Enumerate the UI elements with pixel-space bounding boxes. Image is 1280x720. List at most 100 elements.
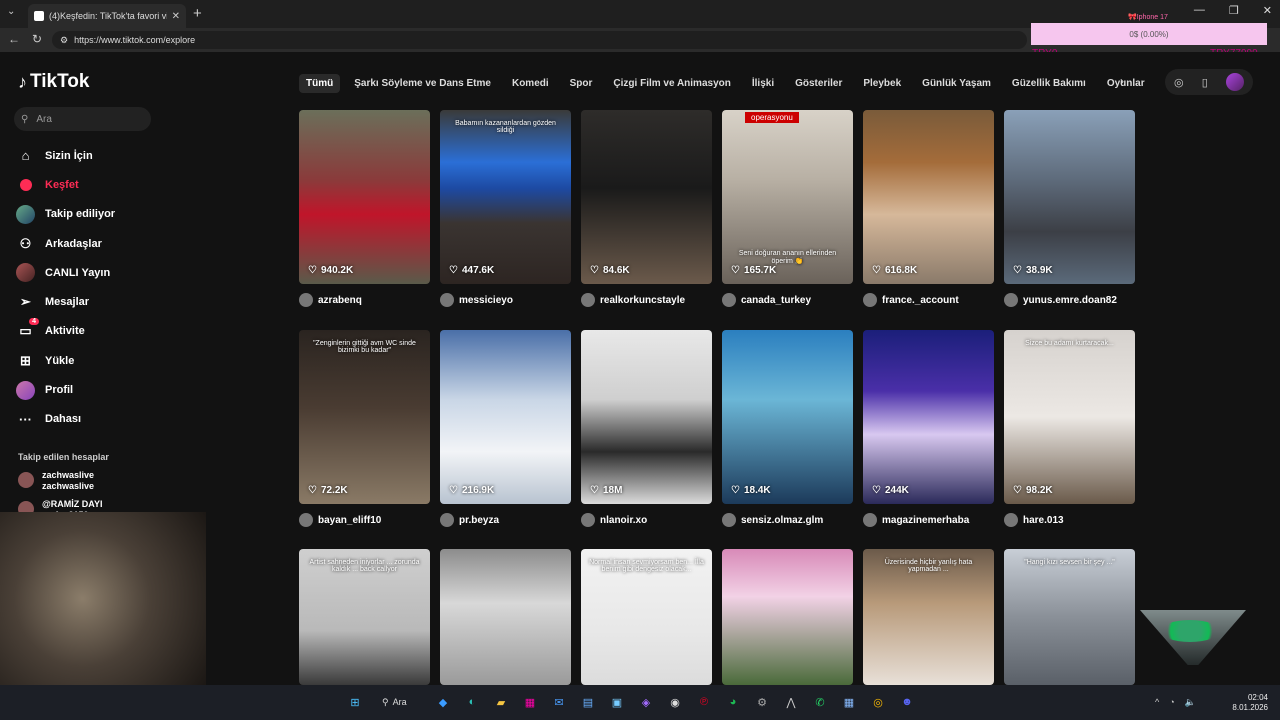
- tab-sports[interactable]: Spor: [563, 74, 600, 93]
- snipping-icon[interactable]: ▣: [607, 692, 627, 712]
- video-card[interactable]: ♡ 38.9K yunus.emre.doan82: [1004, 110, 1135, 307]
- tab-shows[interactable]: Gösteriler: [788, 74, 849, 93]
- video-author[interactable]: realkorkuncstayle: [581, 293, 712, 307]
- github-icon[interactable]: ◉: [665, 692, 685, 712]
- video-card[interactable]: "Hangi kızı sevsen bir şey ...": [1004, 549, 1135, 685]
- tab-close-icon[interactable]: ✕: [172, 11, 180, 22]
- steam-icon[interactable]: ⚙: [752, 692, 772, 712]
- sidebar-item-upload[interactable]: ⊞ Yükle: [16, 346, 166, 375]
- video-card[interactable]: ♡ 18M nlanoir.xo: [581, 330, 712, 527]
- reload-icon[interactable]: ↻: [32, 32, 42, 46]
- store-icon[interactable]: ▦: [520, 692, 540, 712]
- video-thumbnail[interactable]: ♡ 940.2K: [299, 110, 430, 284]
- tab-animation[interactable]: Çizgi Film ve Animasyon: [606, 74, 737, 93]
- video-thumbnail[interactable]: Babamın kazananlardan gözden sildiği ♡ 447…: [440, 110, 571, 284]
- video-thumbnail[interactable]: ♡ 18M: [581, 330, 712, 504]
- video-author[interactable]: pr.beyza: [440, 513, 571, 527]
- video-thumbnail[interactable]: operasyonu Seni doğuran ananın ellerinden…: [722, 110, 853, 284]
- video-thumbnail[interactable]: ♡ 244K: [863, 330, 994, 504]
- tab-all[interactable]: Tümü: [299, 73, 341, 93]
- sidebar-item-profile[interactable]: Profil: [16, 375, 166, 404]
- maximize-icon[interactable]: ❐: [1229, 4, 1239, 17]
- back-arrow-icon[interactable]: ←: [8, 32, 20, 46]
- tiktok-logo[interactable]: ♪ TikTok: [18, 71, 89, 93]
- minimize-icon[interactable]: —: [1194, 4, 1205, 17]
- chevron-right-icon[interactable]: ›: [1120, 74, 1124, 88]
- video-card[interactable]: "Zenginlerin gittiği avm WC sinde bizimk…: [299, 330, 430, 527]
- following-account[interactable]: zachwaslive zachwaslive: [18, 470, 94, 492]
- video-card[interactable]: [440, 549, 571, 685]
- windows-start-icon[interactable]: ⊞: [345, 692, 365, 712]
- sidebar-item-explore[interactable]: Keşfet: [16, 170, 166, 199]
- video-thumbnail[interactable]: [722, 549, 853, 685]
- video-thumbnail[interactable]: ♡ 216.9K: [440, 330, 571, 504]
- video-thumbnail[interactable]: Üzerisinde hiçbir yanlış hata yapmadan .…: [863, 549, 994, 685]
- tab-singing-dancing[interactable]: Şarkı Söyleme ve Dans Etme: [347, 74, 498, 93]
- video-author[interactable]: azrabenq: [299, 293, 430, 307]
- discord-icon[interactable]: ☻: [897, 692, 917, 712]
- search-input[interactable]: ⚲ Ara: [14, 107, 151, 131]
- taskbar-search[interactable]: ⚲ Ara: [374, 692, 424, 712]
- device-icon[interactable]: ▯: [1202, 76, 1208, 89]
- video-thumbnail[interactable]: Normal insan sevmiyorsam ben... İlla ben…: [581, 549, 712, 685]
- tab-lipsync[interactable]: Pleybek: [856, 74, 908, 93]
- video-thumbnail[interactable]: ♡ 18.4K: [722, 330, 853, 504]
- sidebar-item-for-you[interactable]: ⌂ Sizin İçin: [16, 141, 166, 170]
- close-window-icon[interactable]: ✕: [1263, 4, 1272, 17]
- whatsapp-icon[interactable]: ✆: [810, 692, 830, 712]
- video-thumbnail[interactable]: "Hangi kızı sevsen bir şey ...": [1004, 549, 1135, 685]
- video-author[interactable]: magazinemerhaba: [863, 513, 994, 527]
- coins-icon[interactable]: ◎: [1174, 76, 1184, 89]
- spotify-icon[interactable]: ◕: [723, 692, 743, 712]
- sidebar-item-more[interactable]: ··· Dahası: [16, 405, 166, 434]
- video-author[interactable]: messicieyo: [440, 293, 571, 307]
- video-card[interactable]: Üzerisinde hiçbir yanlış hata yapmadan .…: [863, 549, 994, 685]
- video-author[interactable]: bayan_eliff10: [299, 513, 430, 527]
- video-author[interactable]: france._account: [863, 293, 994, 307]
- video-card[interactable]: ♡ 84.6K realkorkuncstayle: [581, 110, 712, 307]
- tab-relationship[interactable]: İlişki: [745, 74, 781, 93]
- sidebar-item-friends[interactable]: ⚇ Arkadaşlar: [16, 229, 166, 258]
- video-thumbnail[interactable]: Artist sahneden iniyorlar ... zorunda ka…: [299, 549, 430, 685]
- volume-icon[interactable]: 🔈: [1185, 697, 1196, 708]
- video-thumbnail[interactable]: "Zenginlerin gittiği avm WC sinde bizimk…: [299, 330, 430, 504]
- video-thumbnail[interactable]: ♡ 38.9K: [1004, 110, 1135, 284]
- app-icon[interactable]: ⋀: [781, 692, 801, 712]
- mail-icon[interactable]: ✉: [549, 692, 569, 712]
- tab-daily-life[interactable]: Günlük Yaşam: [915, 74, 998, 93]
- sidebar-item-activity[interactable]: ▭ 4 Aktivite: [16, 317, 166, 346]
- sidebar-item-live[interactable]: CANLI Yayın: [16, 258, 166, 287]
- tab-menu-icon[interactable]: ⌄: [7, 6, 15, 17]
- video-card[interactable]: Normal insan sevmiyorsam ben... İlla ben…: [581, 549, 712, 685]
- video-card[interactable]: ♡ 940.2K azrabenq: [299, 110, 430, 307]
- chevron-up-icon[interactable]: ^: [1155, 697, 1159, 708]
- tab-comedy[interactable]: Komedi: [505, 74, 556, 93]
- video-thumbnail[interactable]: ♡ 84.6K: [581, 110, 712, 284]
- video-card[interactable]: [722, 549, 853, 685]
- video-card[interactable]: Babamın kazananlardan gözden sildiği ♡ 447…: [440, 110, 571, 307]
- edge-icon[interactable]: ◐: [462, 692, 482, 712]
- profile-avatar[interactable]: [1225, 73, 1244, 91]
- video-author[interactable]: sensiz.olmaz.glm: [722, 513, 853, 527]
- new-tab-button[interactable]: +: [193, 5, 202, 22]
- network-icon[interactable]: ◔: [1169, 697, 1174, 708]
- video-author[interactable]: nlanoir.xo: [581, 513, 712, 527]
- pinterest-icon[interactable]: ℗: [694, 692, 714, 712]
- photos-icon[interactable]: ▤: [578, 692, 598, 712]
- sidebar-item-following[interactable]: Takip ediliyor: [16, 200, 166, 229]
- visual-studio-icon[interactable]: ◈: [636, 692, 656, 712]
- video-card[interactable]: ♡ 244K magazinemerhaba: [863, 330, 994, 527]
- vscode-icon[interactable]: ◆: [433, 692, 453, 712]
- sidebar-item-messages[interactable]: ➢ Mesajlar: [16, 287, 166, 316]
- browser-tab[interactable]: (4)Keşfedin: TikTok'ta favori vi ✕: [28, 4, 186, 28]
- video-thumbnail[interactable]: ♡ 616.8K: [863, 110, 994, 284]
- url-field[interactable]: ⚙ https://www.tiktok.com/explore: [52, 31, 1027, 49]
- taskbar-clock[interactable]: 02:04 8.01.2026: [1232, 693, 1268, 713]
- tab-beauty[interactable]: Güzellik Bakımı: [1005, 74, 1093, 93]
- site-info-icon[interactable]: ⚙: [60, 35, 68, 46]
- video-card[interactable]: Sizce bu adamı kurtaracak... ♡ 98.2K hare.0…: [1004, 330, 1135, 527]
- chrome-icon[interactable]: ◎: [868, 692, 888, 712]
- video-thumbnail[interactable]: [440, 549, 571, 685]
- video-author[interactable]: canada_turkey: [722, 293, 853, 307]
- video-card[interactable]: ♡ 18.4K sensiz.olmaz.glm: [722, 330, 853, 527]
